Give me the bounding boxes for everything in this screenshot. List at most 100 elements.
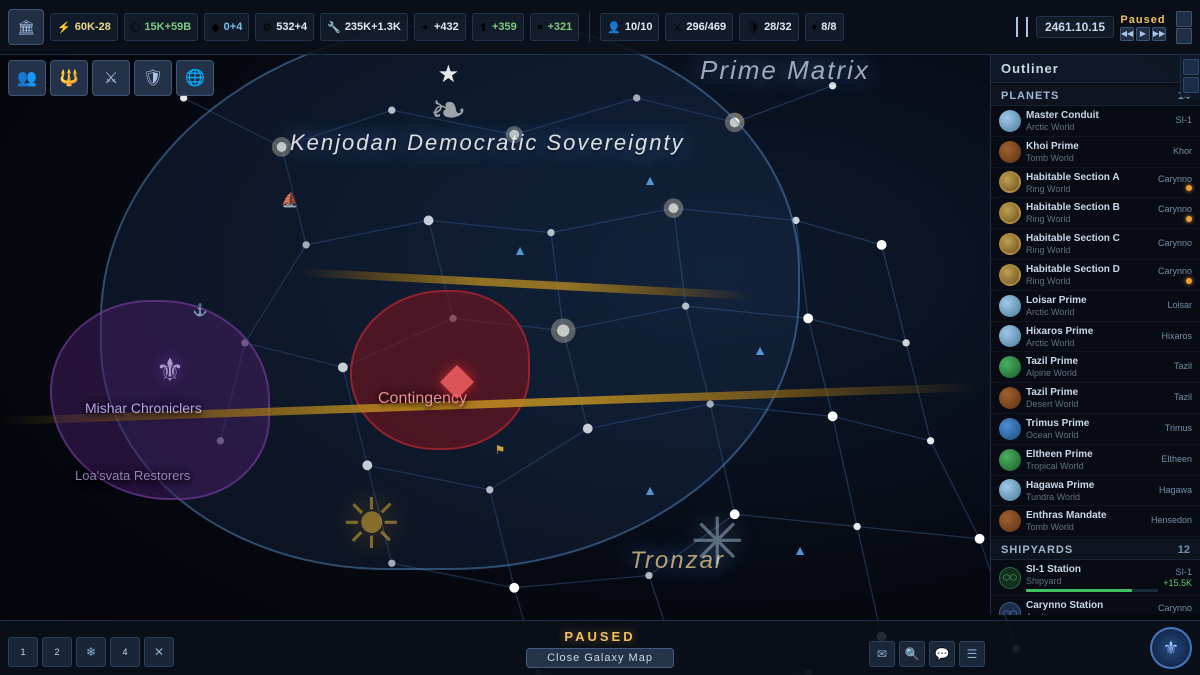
unity-resource[interactable]: ✦ +432 xyxy=(414,13,466,41)
prime-matrix-label: Prime Matrix xyxy=(700,55,870,86)
map-toggle[interactable] xyxy=(1176,11,1192,27)
planet-item-4[interactable]: Habitable Section B Ring World Carynno xyxy=(991,198,1200,229)
pause-bar-2[interactable] xyxy=(1026,17,1028,37)
planet-item-2[interactable]: Khoi Prime Tomb World Khor xyxy=(991,137,1200,168)
shipyard-icon-1: ⬡⬡ xyxy=(999,567,1021,589)
planet-info-5: Habitable Section C Ring World xyxy=(1026,232,1153,256)
pause-bar-1[interactable] xyxy=(1016,17,1018,37)
sectors-resource[interactable]: ♦ 8/8 xyxy=(805,13,844,41)
shipyard-item-1[interactable]: ⬡⬡ SI-1 Station Shipyard SI-1 +15.5K xyxy=(991,560,1200,596)
planet-subtitle-6: Ring World xyxy=(1026,276,1153,287)
planets-section-header[interactable]: Planets 14 xyxy=(991,85,1200,106)
bottom-btn-snowflake[interactable]: ❄ xyxy=(76,637,106,667)
bottom-btn-2[interactable]: 2 xyxy=(42,637,72,667)
bottom-btn-1[interactable]: 1 xyxy=(8,637,38,667)
planet-item-7[interactable]: Loisar Prime Arctic World Loisar xyxy=(991,291,1200,322)
planet-item-10[interactable]: Tazil Prime Desert World Tazil xyxy=(991,383,1200,414)
empire-button[interactable]: 🏛 xyxy=(8,9,44,45)
planet-icon-11 xyxy=(999,418,1021,440)
shipyard-name-1: SI-1 Station xyxy=(1026,563,1158,576)
shipyard-info-2: Carynno Station Anchorage xyxy=(1026,599,1153,615)
planet-item-9[interactable]: Tazil Prime Alpine World Tazil xyxy=(991,352,1200,383)
planet-item-8[interactable]: Hixaros Prime Arctic World Hixaros xyxy=(991,322,1200,353)
consumer-resource[interactable]: 🔧 235K+1.3K xyxy=(320,13,408,41)
shipyards-section-header[interactable]: Shipyards 12 xyxy=(991,539,1200,560)
menu-icon[interactable]: ☰ xyxy=(959,641,985,667)
shipyard-item-2[interactable]: ⬡⬡ Carynno Station Anchorage Carynno +4.… xyxy=(991,596,1200,615)
planet-info-9: Tazil Prime Alpine World xyxy=(1026,355,1169,379)
bottom-btn-4[interactable]: 4 xyxy=(110,637,140,667)
bottom-btn-close[interactable]: ✕ xyxy=(144,637,174,667)
planet-item-14[interactable]: Enthras Mandate Tomb World Hensedon xyxy=(991,506,1200,537)
planet-info-14: Enthras Mandate Tomb World xyxy=(1026,509,1146,533)
research-value: +359 xyxy=(492,21,517,33)
map-ship-3[interactable]: ▲ xyxy=(643,172,657,188)
top-bar: 🏛 ⚡ 60K-28 ⬡ 15K+59B ◆ 0+4 ⚙ 532+4 🔧 235… xyxy=(0,0,1200,55)
map-ship-5[interactable]: ▲ xyxy=(753,342,767,358)
toolbar-btn-2[interactable]: 🔱 xyxy=(50,60,88,96)
planet-alert-3 xyxy=(1186,185,1192,191)
empire-emblem[interactable]: ⚜ xyxy=(1150,627,1192,669)
unity-icon: ✦ xyxy=(421,21,430,34)
search-icon[interactable]: 🔍 xyxy=(899,641,925,667)
planet-item-5[interactable]: Habitable Section C Ring World Carynno xyxy=(991,229,1200,260)
planet-name-12: Eltheen Prime xyxy=(1026,448,1156,461)
settings-btn[interactable] xyxy=(1176,28,1192,44)
planet-info-6: Habitable Section D Ring World xyxy=(1026,263,1153,287)
planet-info-7: Loisar Prime Arctic World xyxy=(1026,294,1162,318)
influence-resource[interactable]: ◆ 0+4 xyxy=(204,13,249,41)
outliner-panel: Outliner Planets 14 Master Conduit Arcti… xyxy=(990,55,1200,615)
planet-item-12[interactable]: Eltheen Prime Tropical World Eltheen xyxy=(991,445,1200,476)
rewind-btn[interactable]: ◀◀ xyxy=(1120,27,1134,41)
planet-icon-9 xyxy=(999,356,1021,378)
alloys-resource[interactable]: ⚙ 532+4 xyxy=(255,13,314,41)
planet-item-13[interactable]: Hagawa Prime Tundra World Hagawa xyxy=(991,476,1200,507)
toolbar-btn-4[interactable]: 🛡 xyxy=(134,60,172,96)
energy-resource[interactable]: ⚡ 60K-28 xyxy=(50,13,118,41)
planet-info-4: Habitable Section B Ring World xyxy=(1026,201,1153,225)
map-ship-1[interactable]: ⛵ xyxy=(281,192,298,209)
energy-value: 60K-28 xyxy=(75,21,111,33)
planet-icon-5 xyxy=(999,233,1021,255)
fleet-value: 296/469 xyxy=(686,21,726,33)
planet-name-9: Tazil Prime xyxy=(1026,355,1169,368)
planet-item-1[interactable]: Master Conduit Arctic World SI-1 xyxy=(991,106,1200,137)
map-ship-2[interactable]: ▲ xyxy=(513,242,527,258)
planet-item-11[interactable]: Trimus Prime Ocean World Trimus xyxy=(991,414,1200,445)
naval-icon: 🛡 xyxy=(746,21,760,34)
fleet-resource[interactable]: ⚔ 296/469 xyxy=(665,13,733,41)
planet-item-6[interactable]: Habitable Section D Ring World Carynno xyxy=(991,260,1200,291)
planet-info-1: Master Conduit Arctic World xyxy=(1026,109,1170,133)
energy-icon: ⚡ xyxy=(57,21,71,34)
toolbar-btn-1[interactable]: 👥 xyxy=(8,60,46,96)
planet-icon-13 xyxy=(999,479,1021,501)
chat-icon[interactable]: 💬 xyxy=(929,641,955,667)
trade-resource[interactable]: ● +321 xyxy=(530,13,579,41)
shipyards-count: 12 xyxy=(1178,544,1190,556)
kds-emblem: ★ ❧ xyxy=(430,60,467,133)
map-ship-6[interactable]: ▲ xyxy=(793,542,807,558)
ffwd-btn[interactable]: ▶▶ xyxy=(1152,27,1166,41)
toolbar-btn-3[interactable]: ⚔ xyxy=(92,60,130,96)
research-resource[interactable]: ⬆ +359 xyxy=(472,13,524,41)
outliner-filter[interactable] xyxy=(1183,77,1199,93)
map-ship-4[interactable]: ▲ xyxy=(643,482,657,498)
map-fleet-2[interactable]: ⚑ xyxy=(495,443,506,457)
play-btn[interactable]: ▶ xyxy=(1136,27,1150,41)
msg-icon[interactable]: ✉ xyxy=(869,641,895,667)
planet-location-6: Carynno xyxy=(1158,266,1192,278)
pops-resource[interactable]: 👤 10/10 xyxy=(600,13,659,41)
map-fleet-1[interactable]: ⚓ xyxy=(193,303,208,317)
paused-status: Paused xyxy=(1120,14,1165,26)
minerals-resource[interactable]: ⬡ 15K+59B xyxy=(124,13,198,41)
toolbar-btn-5[interactable]: 🌐 xyxy=(176,60,214,96)
naval-resource[interactable]: 🛡 28/32 xyxy=(739,13,799,41)
planet-name-11: Trimus Prime xyxy=(1026,417,1160,430)
outliner-toggle[interactable] xyxy=(1183,59,1199,75)
close-galaxy-map-button[interactable]: Close Galaxy Map xyxy=(526,648,674,668)
planet-item-3[interactable]: Habitable Section A Ring World Carynno xyxy=(991,168,1200,199)
planet-name-14: Enthras Mandate xyxy=(1026,509,1146,522)
planet-subtitle-2: Tomb World xyxy=(1026,153,1168,164)
influence-value: 0+4 xyxy=(224,21,243,33)
pops-value: 10/10 xyxy=(625,21,653,33)
